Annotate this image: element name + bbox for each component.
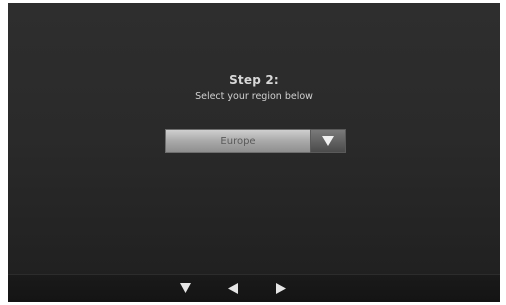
back-button[interactable] [225, 281, 241, 295]
arrow-down-icon [179, 283, 191, 293]
arrow-right-icon [276, 282, 286, 294]
region-dropdown-button[interactable] [310, 129, 346, 153]
step-title: Step 2: [229, 73, 279, 87]
forward-button[interactable] [273, 281, 289, 295]
arrow-left-icon [228, 282, 238, 294]
region-select-value[interactable]: Europe [165, 129, 310, 153]
device-screen: Step 2: Select your region below Europe [8, 3, 500, 302]
down-button[interactable] [177, 281, 193, 295]
region-select[interactable]: Europe [165, 129, 346, 153]
bottom-nav-bar [8, 274, 500, 302]
step-instruction: Select your region below [195, 91, 313, 102]
triangle-down-icon [322, 136, 334, 146]
